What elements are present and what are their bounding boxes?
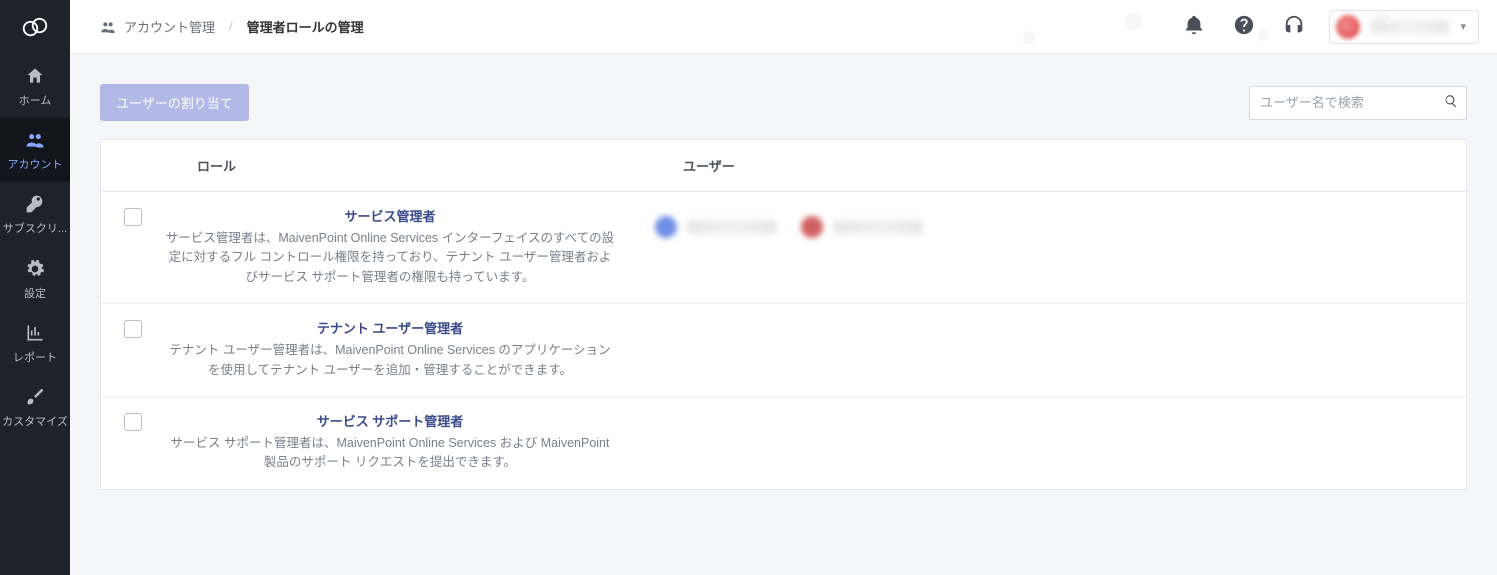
headset-icon[interactable] [1283,14,1305,39]
help-icon[interactable] [1233,14,1255,39]
actions-row: ユーザーの割り当て [100,84,1467,121]
breadcrumb-section[interactable]: アカウント管理 [100,17,215,36]
breadcrumb-current: 管理者ロールの管理 [247,17,364,36]
assign-user-button[interactable]: ユーザーの割り当て [100,84,249,121]
sidebar-item-label: アカウント [8,159,63,172]
table-row: サービス サポート管理者 サービス サポート管理者は、MaivenPoint O… [101,397,1466,489]
row-checkbox[interactable] [124,320,142,338]
row-checkbox[interactable] [124,208,142,226]
top-icons [1183,14,1305,39]
user-chip[interactable] [655,216,777,238]
column-header-role: ロール [165,156,635,175]
gear-icon [25,259,45,282]
home-icon [25,66,45,89]
user-name-redacted [1370,20,1450,34]
role-title[interactable]: テナント ユーザー管理者 [165,318,615,337]
user-name-redacted [833,220,923,234]
sidebar-item-label: サブスクリ... [3,223,67,236]
avatar [1336,15,1360,39]
role-description: テナント ユーザー管理者は、MaivenPoint Online Service… [165,341,615,380]
user-menu[interactable]: ▾ [1329,10,1479,44]
sidebar-item-subscription[interactable]: サブスクリ... [0,182,70,246]
brush-icon [25,387,45,410]
user-name-redacted [687,220,777,234]
user-chip[interactable] [801,216,923,238]
sidebar-item-report[interactable]: レポート [0,311,70,375]
sidebar: ホーム アカウント サブスクリ... 設定 レポート カスタマイズ [0,0,70,575]
key-icon [25,194,45,217]
role-users [635,411,1466,421]
breadcrumb: アカウント管理 / 管理者ロールの管理 [100,17,364,36]
avatar [801,216,823,238]
role-users [635,318,1466,328]
role-description: サービス サポート管理者は、MaivenPoint Online Service… [165,434,615,473]
roles-table: ロール ユーザー サービス管理者 サービス管理者は、MaivenPoint On… [100,139,1467,490]
chevron-down-icon: ▾ [1460,20,1466,33]
avatar [655,216,677,238]
column-header-user: ユーザー [635,156,1466,175]
sidebar-item-label: ホーム [19,95,52,108]
bell-icon[interactable] [1183,14,1205,39]
breadcrumb-section-label: アカウント管理 [124,17,215,36]
role-title[interactable]: サービス サポート管理者 [165,411,615,430]
role-users [635,206,1466,238]
table-row: サービス管理者 サービス管理者は、MaivenPoint Online Serv… [101,192,1466,304]
topbar: アカウント管理 / 管理者ロールの管理 ▾ [70,0,1497,54]
search-icon[interactable] [1444,94,1458,111]
search-input[interactable] [1260,95,1436,110]
sidebar-item-customize[interactable]: カスタマイズ [0,375,70,439]
logo [0,0,70,54]
role-description: サービス管理者は、MaivenPoint Online Services インタ… [165,229,615,287]
users-icon [25,130,45,153]
sidebar-item-label: カスタマイズ [2,416,68,429]
search-box[interactable] [1249,86,1467,120]
table-row: テナント ユーザー管理者 テナント ユーザー管理者は、MaivenPoint O… [101,304,1466,397]
sidebar-item-label: レポート [13,352,57,365]
row-checkbox[interactable] [124,413,142,431]
sidebar-item-label: 設定 [24,288,46,301]
breadcrumb-separator: / [229,19,233,34]
users-icon [100,18,116,35]
sidebar-item-home[interactable]: ホーム [0,54,70,118]
chart-icon [25,323,45,346]
sidebar-item-account[interactable]: アカウント [0,118,70,182]
role-title[interactable]: サービス管理者 [165,206,615,225]
sidebar-item-settings[interactable]: 設定 [0,247,70,311]
table-header: ロール ユーザー [101,140,1466,192]
main-content: ユーザーの割り当て ロール ユーザー サービス管理者 サービス管理者は、Maiv… [70,54,1497,575]
